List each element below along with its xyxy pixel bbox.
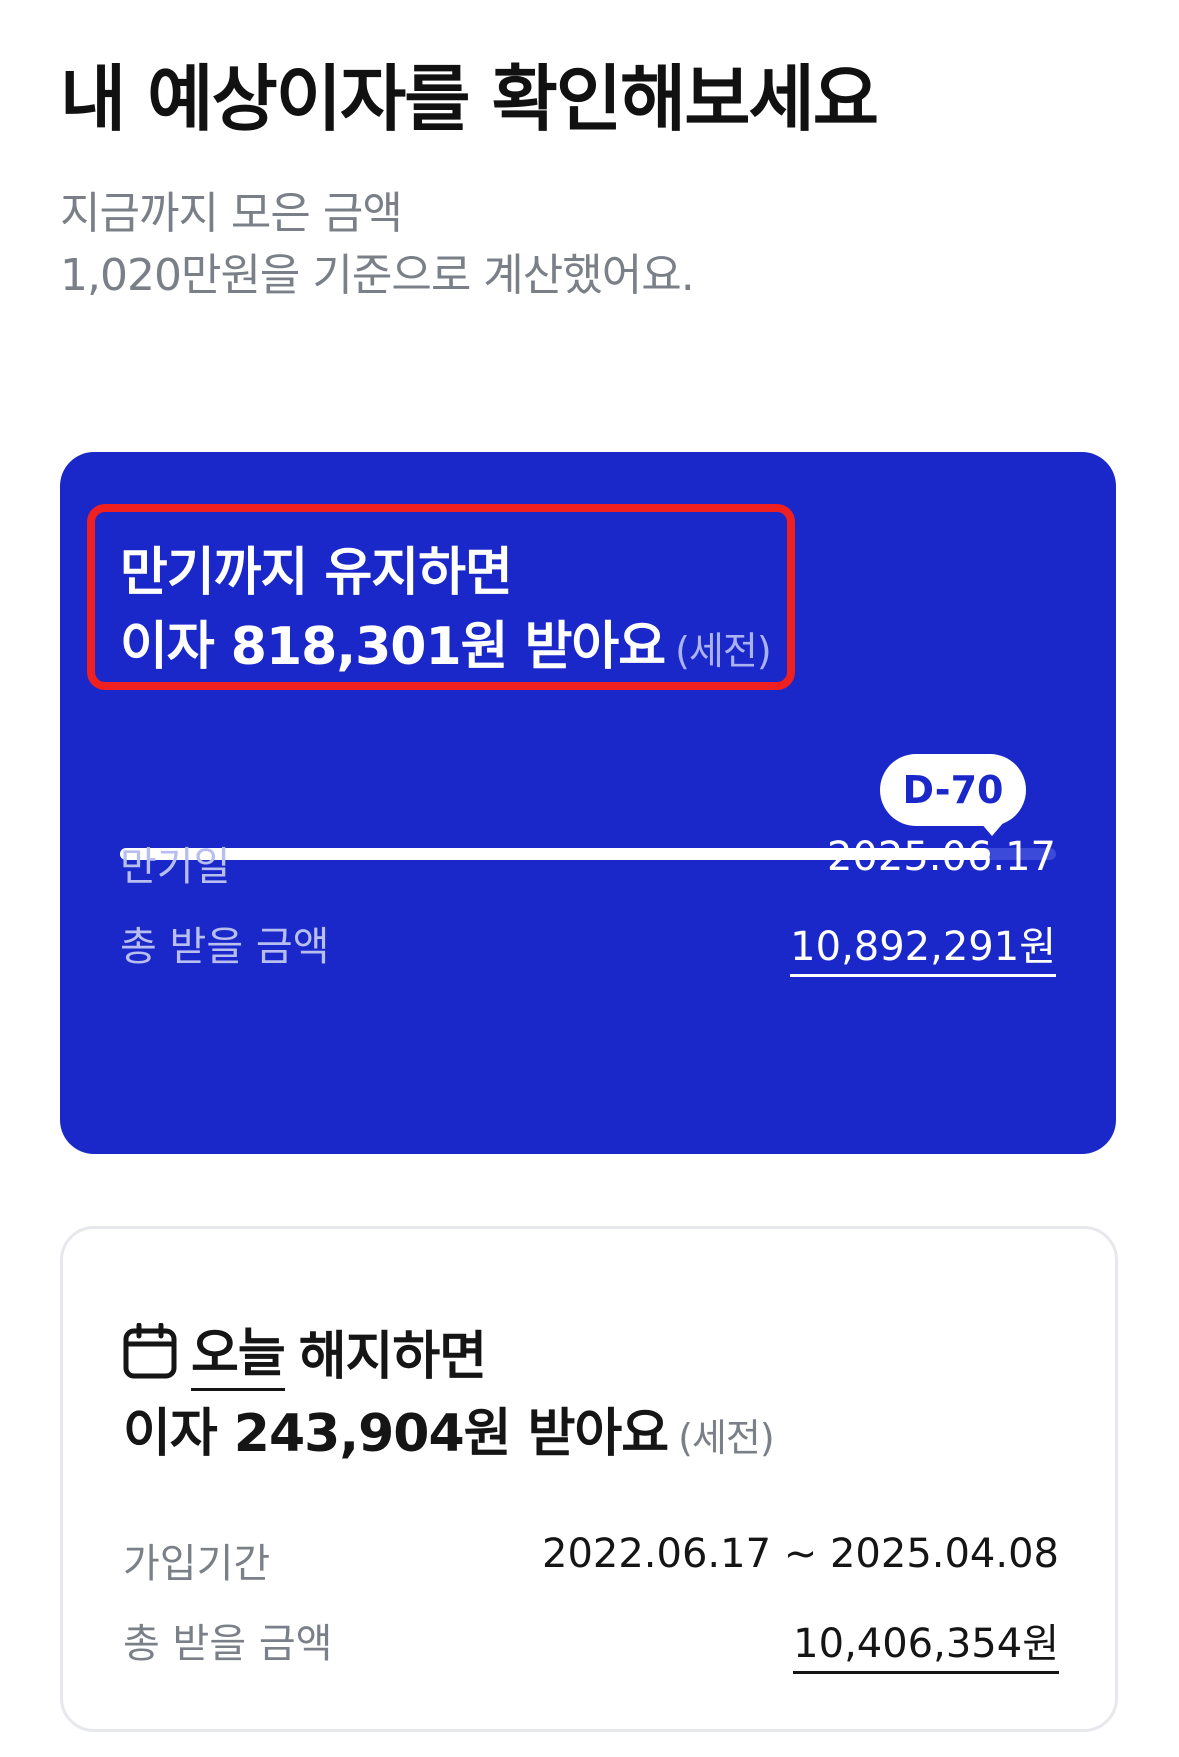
maturity-heading: 만기까지 유지하면 <box>120 543 513 603</box>
dday-badge: D-70 <box>880 754 1026 826</box>
period-label: 가입기간 <box>123 1541 271 1587</box>
cancel-interest-text: 이자 243,904원 받아요 <box>123 1404 669 1464</box>
page-title: 내 예상이자를 확인해보세요 <box>60 57 879 141</box>
cancel-today-card: 오늘 해지하면 이자 243,904원 받아요 (세전) 가입기간 2022.06… <box>60 1226 1118 1732</box>
cancel-interest-line: 이자 243,904원 받아요 (세전) <box>123 1391 775 1466</box>
pre-tax-note: (세전) <box>678 1416 775 1460</box>
maturity-card: 만기까지 유지하면 이자 818,301원 받아요 (세전) D-70 만기일 2… <box>60 452 1116 1154</box>
subtitle-line-2: 1,020만원을 기준으로 계산했어요. <box>60 250 695 301</box>
period-value: 2022.06.17 ~ 2025.04.08 <box>542 1531 1059 1577</box>
maturity-date-label: 만기일 <box>120 844 231 890</box>
period-row: 가입기간 2022.06.17 ~ 2025.04.08 <box>123 1531 1059 1591</box>
maturity-total-row: 총 받을 금액 10,892,291원 <box>120 914 1056 977</box>
maturity-total-label: 총 받을 금액 <box>120 924 330 970</box>
cancel-heading: 오늘 해지하면 <box>123 1311 487 1391</box>
page-subtitle: 지금까지 모은 금액 1,020만원을 기준으로 계산했어요. <box>60 183 695 307</box>
maturity-date-row: 만기일 2025.06.17 <box>120 834 1056 894</box>
maturity-interest-line: 이자 818,301원 받아요 (세전) <box>120 604 772 679</box>
maturity-total-value-link[interactable]: 10,892,291원 <box>790 914 1056 977</box>
cancel-total-row: 총 받을 금액 10,406,354원 <box>123 1611 1059 1674</box>
cancel-total-value-link[interactable]: 10,406,354원 <box>793 1611 1059 1674</box>
pre-tax-note: (세전) <box>675 629 772 673</box>
calendar-icon <box>123 1322 177 1379</box>
today-date-link[interactable]: 오늘 <box>191 1311 286 1391</box>
maturity-date-value: 2025.06.17 <box>826 834 1056 880</box>
subtitle-line-1: 지금까지 모은 금액 <box>60 188 403 239</box>
cancel-heading-rest: 해지하면 <box>298 1326 487 1387</box>
cancel-total-label: 총 받을 금액 <box>123 1621 333 1667</box>
maturity-interest-text: 이자 818,301원 받아요 <box>120 617 666 677</box>
